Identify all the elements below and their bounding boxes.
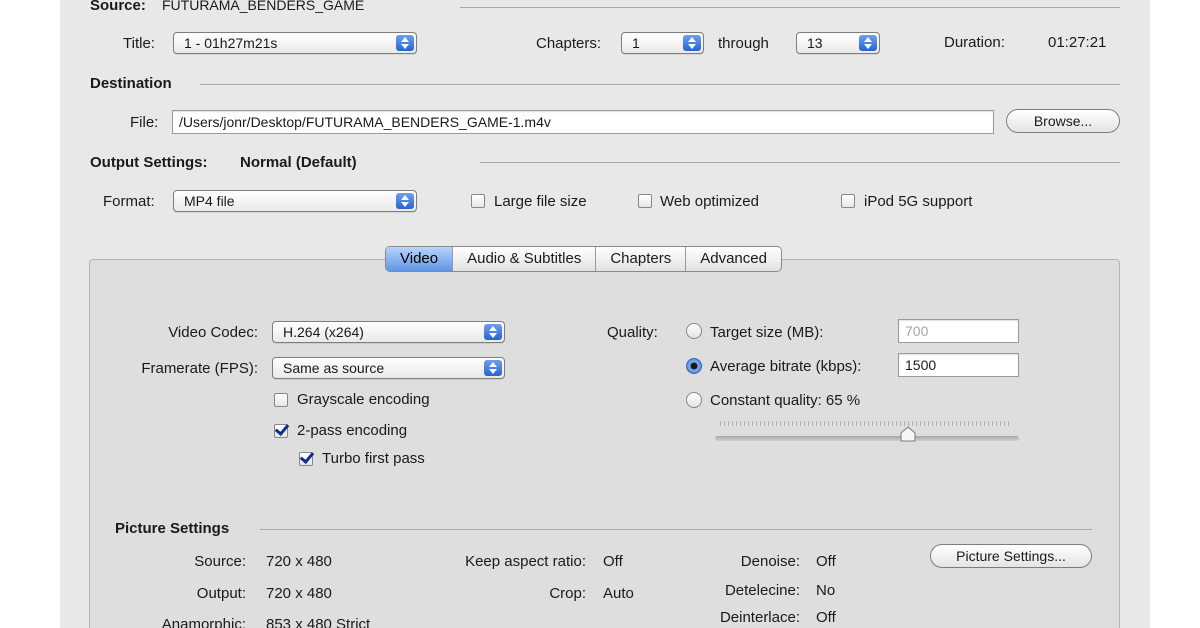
picture-output-value: 720 x 480 (266, 585, 332, 602)
chapter-start-value: 1 (632, 35, 640, 51)
duration-label: Duration: (944, 34, 1005, 51)
tab-video[interactable]: Video (386, 247, 453, 271)
framerate-popup[interactable]: Same as source (272, 357, 505, 379)
source-divider (460, 7, 1120, 8)
ipod-support-checkbox[interactable] (841, 194, 855, 208)
turbo-first-pass-checkbox[interactable] (299, 452, 313, 466)
chapter-end-popup[interactable]: 13 (796, 32, 880, 54)
constant-quality-radio[interactable] (686, 392, 702, 408)
crop-value: Auto (603, 585, 634, 602)
quality-slider-ticks (720, 421, 1012, 426)
format-popup-value: MP4 file (184, 193, 235, 209)
deinterlace-label: Deinterlace: (719, 609, 800, 626)
crop-label: Crop: (549, 585, 586, 602)
anamorphic-value: 853 x 480 Strict (266, 616, 371, 628)
keep-aspect-label: Keep aspect ratio: (465, 553, 586, 570)
popup-arrows-icon (396, 193, 414, 209)
handbrake-window: Source: FUTURAMA_BENDERS_GAME Title: 1 -… (60, 0, 1150, 628)
web-optimized-checkbox[interactable] (638, 194, 652, 208)
target-size-field[interactable]: 700 (898, 319, 1019, 343)
target-size-radio[interactable] (686, 323, 702, 339)
output-settings-heading: Output Settings: (90, 154, 208, 171)
constant-quality-label: Constant quality: 65 % (710, 392, 861, 409)
average-bitrate-radio[interactable] (686, 358, 702, 374)
title-popup[interactable]: 1 - 01h27m21s (173, 32, 417, 54)
deinterlace-value: Off (816, 609, 836, 626)
turbo-first-pass-label: Turbo first pass (322, 450, 425, 467)
settings-tab-panel (89, 259, 1120, 628)
picture-source-label: Source: (194, 553, 246, 570)
chapters-label: Chapters: (536, 35, 602, 52)
picture-source-value: 720 x 480 (266, 553, 332, 570)
source-label: Source: (90, 0, 146, 14)
destination-heading: Destination (90, 75, 172, 92)
chapter-start-popup[interactable]: 1 (621, 32, 704, 54)
picture-settings-button[interactable]: Picture Settings... (930, 544, 1092, 568)
average-bitrate-label: Average bitrate (kbps): (710, 358, 862, 375)
format-popup[interactable]: MP4 file (173, 190, 417, 212)
popup-arrows-icon (859, 35, 877, 51)
format-label: Format: (103, 193, 155, 210)
denoise-label: Denoise: (740, 553, 800, 570)
picture-settings-heading: Picture Settings (115, 520, 230, 537)
through-label: through (718, 35, 769, 52)
video-codec-popup[interactable]: H.264 (x264) (272, 321, 505, 343)
output-preset-name: Normal (Default) (240, 154, 357, 171)
keep-aspect-value: Off (603, 553, 623, 570)
browse-button[interactable]: Browse... (1006, 109, 1120, 133)
file-path-field[interactable]: /Users/jonr/Desktop/FUTURAMA_BENDERS_GAM… (172, 110, 994, 134)
large-file-label: Large file size (494, 193, 587, 210)
quality-slider[interactable] (715, 436, 1019, 441)
tab-chapters[interactable]: Chapters (595, 247, 685, 271)
two-pass-label: 2-pass encoding (297, 422, 408, 439)
destination-divider (200, 84, 1120, 85)
video-codec-value: H.264 (x264) (283, 324, 364, 340)
tab-advanced[interactable]: Advanced (685, 247, 781, 271)
settings-tabs: Video Audio & Subtitles Chapters Advance… (385, 246, 782, 272)
average-bitrate-field[interactable]: 1500 (898, 353, 1019, 377)
picture-settings-divider (260, 529, 1092, 530)
video-codec-label: Video Codec: (168, 324, 258, 341)
tab-audio-subtitles[interactable]: Audio & Subtitles (452, 247, 595, 271)
title-label: Title: (123, 35, 155, 52)
duration-value: 01:27:21 (1048, 34, 1107, 51)
target-size-label: Target size (MB): (710, 324, 824, 341)
framerate-label: Framerate (FPS): (141, 360, 258, 377)
popup-arrows-icon (484, 360, 502, 376)
file-label: File: (130, 114, 159, 131)
title-popup-value: 1 - 01h27m21s (184, 35, 278, 51)
large-file-checkbox[interactable] (471, 194, 485, 208)
anamorphic-label: Anamorphic: (161, 616, 246, 628)
denoise-value: Off (816, 553, 836, 570)
grayscale-label: Grayscale encoding (297, 391, 430, 408)
picture-output-label: Output: (196, 585, 246, 602)
ipod-support-label: iPod 5G support (864, 193, 973, 210)
quality-slider-thumb[interactable] (900, 426, 916, 442)
two-pass-checkbox[interactable] (274, 424, 288, 438)
quality-label: Quality: (607, 324, 658, 341)
web-optimized-label: Web optimized (660, 193, 759, 210)
detelecine-label: Detelecine: (724, 582, 800, 599)
framerate-value: Same as source (283, 360, 385, 376)
grayscale-checkbox[interactable] (274, 393, 288, 407)
popup-arrows-icon (484, 324, 502, 340)
detelecine-value: No (816, 582, 836, 599)
popup-arrows-icon (396, 35, 414, 51)
output-divider (480, 162, 1120, 163)
popup-arrows-icon (683, 35, 701, 51)
chapter-end-value: 13 (807, 35, 823, 51)
source-name: FUTURAMA_BENDERS_GAME (162, 0, 365, 13)
